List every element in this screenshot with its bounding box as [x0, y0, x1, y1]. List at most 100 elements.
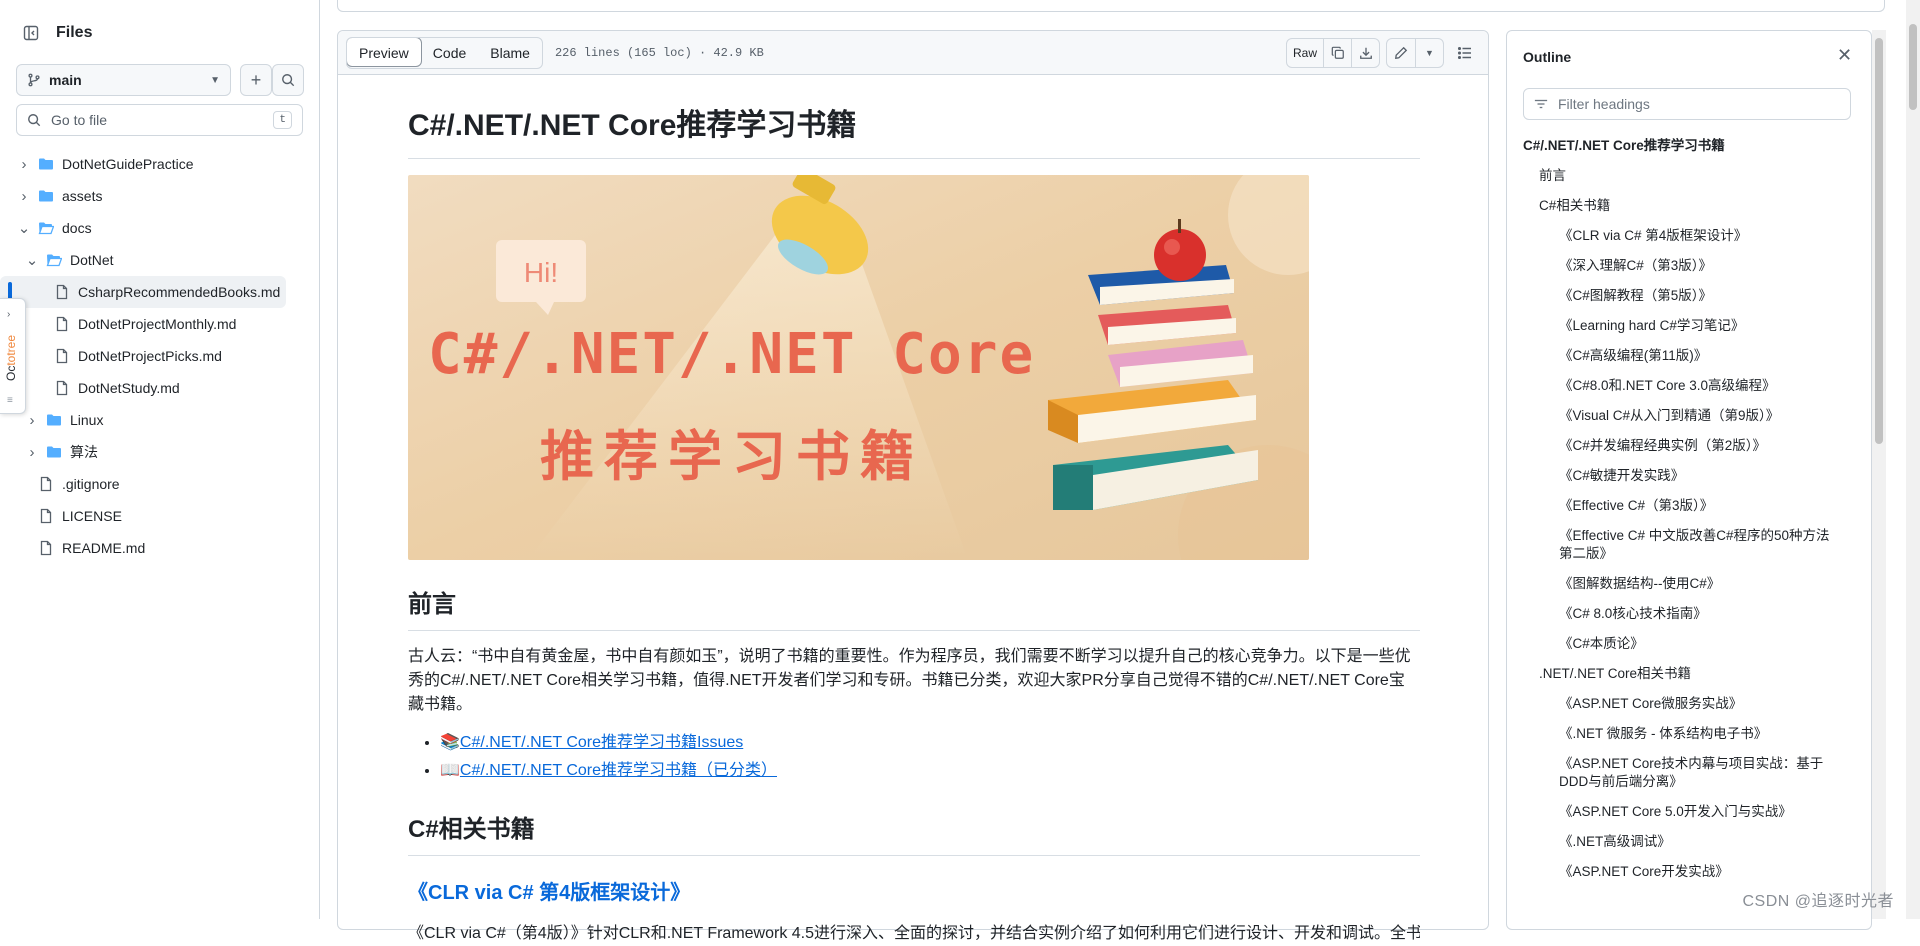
tree-file[interactable]: DotNetProjectPicks.md [0, 340, 320, 372]
tree-file[interactable]: CsharpRecommendedBooks.md [0, 276, 286, 308]
tree-file[interactable]: README.md [0, 532, 320, 564]
sidebar-header: Files [16, 18, 92, 48]
tab-preview[interactable]: Preview [346, 37, 422, 67]
categorized-link[interactable]: C#/.NET/.NET Core推荐学习书籍（已分类） [460, 762, 777, 779]
outline-item[interactable]: 《.NET高级调试》 [1515, 827, 1847, 857]
edit-dropdown-button[interactable]: ▼ [1415, 38, 1443, 67]
outline-item[interactable]: 《C#本质论》 [1515, 629, 1847, 659]
outline-item[interactable]: 《C#并发编程经典实例（第2版）》 [1515, 431, 1847, 461]
outline-item[interactable]: 《深入理解C#（第3版）》 [1515, 251, 1847, 281]
file-icon [38, 476, 54, 492]
search-files-button[interactable] [272, 64, 304, 96]
tree-folder[interactable]: ⌄ docs [0, 212, 320, 244]
outline-item[interactable]: 《ASP.NET Core 5.0开发入门与实战》 [1515, 797, 1847, 827]
filter-placeholder: Filter headings [1558, 96, 1650, 112]
window-scrollbar[interactable] [1906, 0, 1920, 919]
tree-item-label: docs [62, 220, 92, 236]
file-tree: › DotNetGuidePractice › assets ⌄ docs ⌄ DotNet C… [0, 148, 320, 564]
raw-button[interactable]: Raw [1287, 39, 1323, 67]
tree-file[interactable]: DotNetStudy.md [0, 372, 320, 404]
banner-title-line1: C#/.NET/.NET Core [428, 322, 1035, 387]
outline-panel: Outline ✕ Filter headings C#/.NET/.NET C… [1506, 30, 1872, 930]
tab-code[interactable]: Code [421, 38, 478, 68]
outline-item[interactable]: 《ASP.NET Core微服务实战》 [1515, 689, 1847, 719]
folder-icon [38, 156, 54, 172]
outline-item[interactable]: .NET/.NET Core相关书籍 [1515, 659, 1847, 689]
outline-toggle-button[interactable] [1450, 38, 1480, 68]
outline-item[interactable]: 《C#敏捷开发实践》 [1515, 461, 1847, 491]
octotree-tab[interactable]: › Octotree ≡ [0, 298, 26, 414]
file-icon [54, 284, 70, 300]
folder-open-icon [38, 220, 54, 236]
sidebar-collapse-icon [23, 25, 39, 41]
scroll-thumb[interactable] [1909, 24, 1917, 110]
file-actions: Raw ▼ [1285, 37, 1480, 68]
branch-selector[interactable]: main ▼ [16, 64, 231, 96]
tree-folder[interactable]: › assets [0, 180, 320, 212]
filter-headings-input[interactable]: Filter headings [1523, 88, 1851, 120]
heading-clr-via-csharp[interactable]: 《CLR via C# 第4版框架设计》 [408, 878, 1420, 908]
branch-icon [28, 73, 40, 87]
outline-item[interactable]: C#/.NET/.NET Core推荐学习书籍 [1515, 131, 1847, 161]
file-viewer: Preview Code Blame 226 lines (165 loc) ·… [337, 30, 1489, 942]
outline-item[interactable]: 《CLR via C# 第4版框架设计》 [1515, 221, 1847, 251]
tree-folder[interactable]: › Linux [0, 404, 320, 436]
scroll-thumb[interactable] [1875, 38, 1883, 444]
outline-item[interactable]: 《Visual C#从入门到精通（第9版）》 [1515, 401, 1847, 431]
tree-item-label: Linux [70, 412, 104, 428]
drag-handle-icon: ≡ [7, 395, 13, 406]
tree-file[interactable]: .gitignore [0, 468, 320, 500]
chevron-down-icon[interactable]: ⌄ [24, 251, 40, 269]
tab-blame[interactable]: Blame [478, 38, 542, 68]
outline-item[interactable]: 《C# 8.0核心技术指南》 [1515, 599, 1847, 629]
folder-icon [46, 412, 62, 428]
collapse-sidebar-button[interactable] [16, 18, 46, 48]
issues-link[interactable]: C#/.NET/.NET Core推荐学习书籍Issues [460, 734, 743, 751]
outline-item[interactable]: 《C#8.0和.NET Core 3.0高级编程》 [1515, 371, 1847, 401]
chevron-right-icon[interactable]: › [24, 444, 40, 461]
outline-item[interactable]: 《Learning hard C#学习笔记》 [1515, 311, 1847, 341]
file-icon [54, 348, 70, 364]
file-tree-sidebar: Files main ▼ + Go to file t › DotNetGuide… [0, 0, 320, 919]
tree-folder[interactable]: › DotNetGuidePractice [0, 148, 320, 180]
chevron-right-icon[interactable]: › [16, 156, 32, 173]
tree-folder[interactable]: ⌄ DotNet [0, 244, 320, 276]
outline-item[interactable]: 《Effective C#（第3版）》 [1515, 491, 1847, 521]
tree-item-label: LICENSE [62, 508, 122, 524]
outline-item[interactable]: 《Effective C# 中文版改善C#程序的50种方法 第二版》 [1515, 521, 1847, 569]
edit-button[interactable] [1387, 39, 1415, 67]
branch-name: main [49, 72, 82, 88]
file-meta: 226 lines (165 loc) · 42.9 KB [554, 45, 764, 60]
list-item: 📚C#/.NET/.NET Core推荐学习书籍Issues [440, 729, 1420, 757]
preface-paragraph: 古人云：“书中自有黄金屋，书中自有颜如玉”，说明了书籍的重要性。作为程序员，我们… [408, 648, 1411, 713]
tree-file[interactable]: LICENSE [0, 500, 320, 532]
outline-item[interactable]: 前言 [1515, 161, 1847, 191]
edit-actions-group: ▼ [1386, 37, 1444, 68]
outline-scrollbar[interactable] [1872, 30, 1886, 919]
download-button[interactable] [1351, 38, 1379, 67]
add-file-button[interactable]: + [240, 64, 272, 96]
go-to-file-input[interactable]: Go to file t [16, 104, 303, 136]
tree-item-label: README.md [62, 540, 146, 556]
tree-folder[interactable]: › 算法 [0, 436, 320, 468]
chevron-right-icon[interactable]: › [16, 188, 32, 205]
tree-file[interactable]: DotNetProjectMonthly.md [0, 308, 320, 340]
outline-item[interactable]: 《.NET 微服务 - 体系结构电子书》 [1515, 719, 1847, 749]
close-icon[interactable]: ✕ [1837, 45, 1852, 66]
books-emoji-icon: 📚 [440, 734, 460, 751]
outline-item[interactable]: 《C#图解教程（第5版）》 [1515, 281, 1847, 311]
outline-item[interactable]: 《图解数据结构--使用C#》 [1515, 569, 1847, 599]
issue-links-list: 📚C#/.NET/.NET Core推荐学习书籍Issues 📖C#/.NET/… [408, 729, 1420, 785]
outline-item[interactable]: C#相关书籍 [1515, 191, 1847, 221]
folder-icon [38, 188, 54, 204]
chevron-down-icon[interactable]: ⌄ [16, 219, 32, 237]
raw-actions-group: Raw [1285, 37, 1380, 68]
folder-open-icon [46, 252, 62, 268]
outline-item[interactable]: 《ASP.NET Core开发实战》 [1515, 857, 1847, 887]
copy-button[interactable] [1323, 38, 1351, 67]
outline-item[interactable]: 《ASP.NET Core技术内幕与项目实战：基于DDD与前后端分离》 [1515, 749, 1847, 797]
banner-illustration: Hi! C#/.NET/.NET Core 推荐学习书籍 [408, 175, 1309, 560]
outline-item[interactable]: 《C#高级编程(第11版)》 [1515, 341, 1847, 371]
csdn-watermark: CSDN @追逐时光者 [1742, 893, 1894, 910]
chevron-right-icon[interactable]: › [24, 412, 40, 429]
